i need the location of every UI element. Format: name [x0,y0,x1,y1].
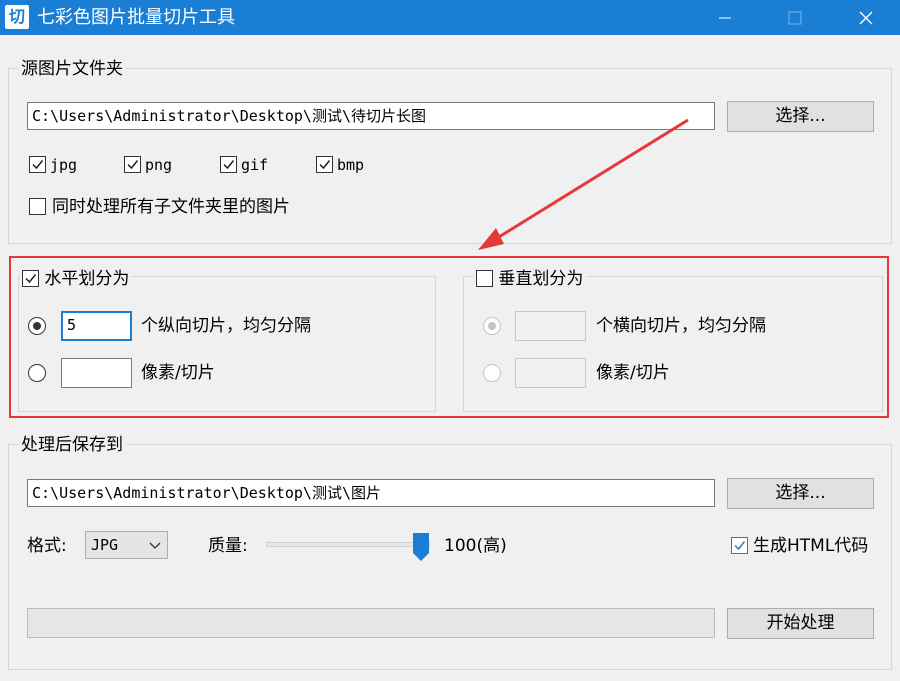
annotation-arrow-icon [478,118,689,250]
